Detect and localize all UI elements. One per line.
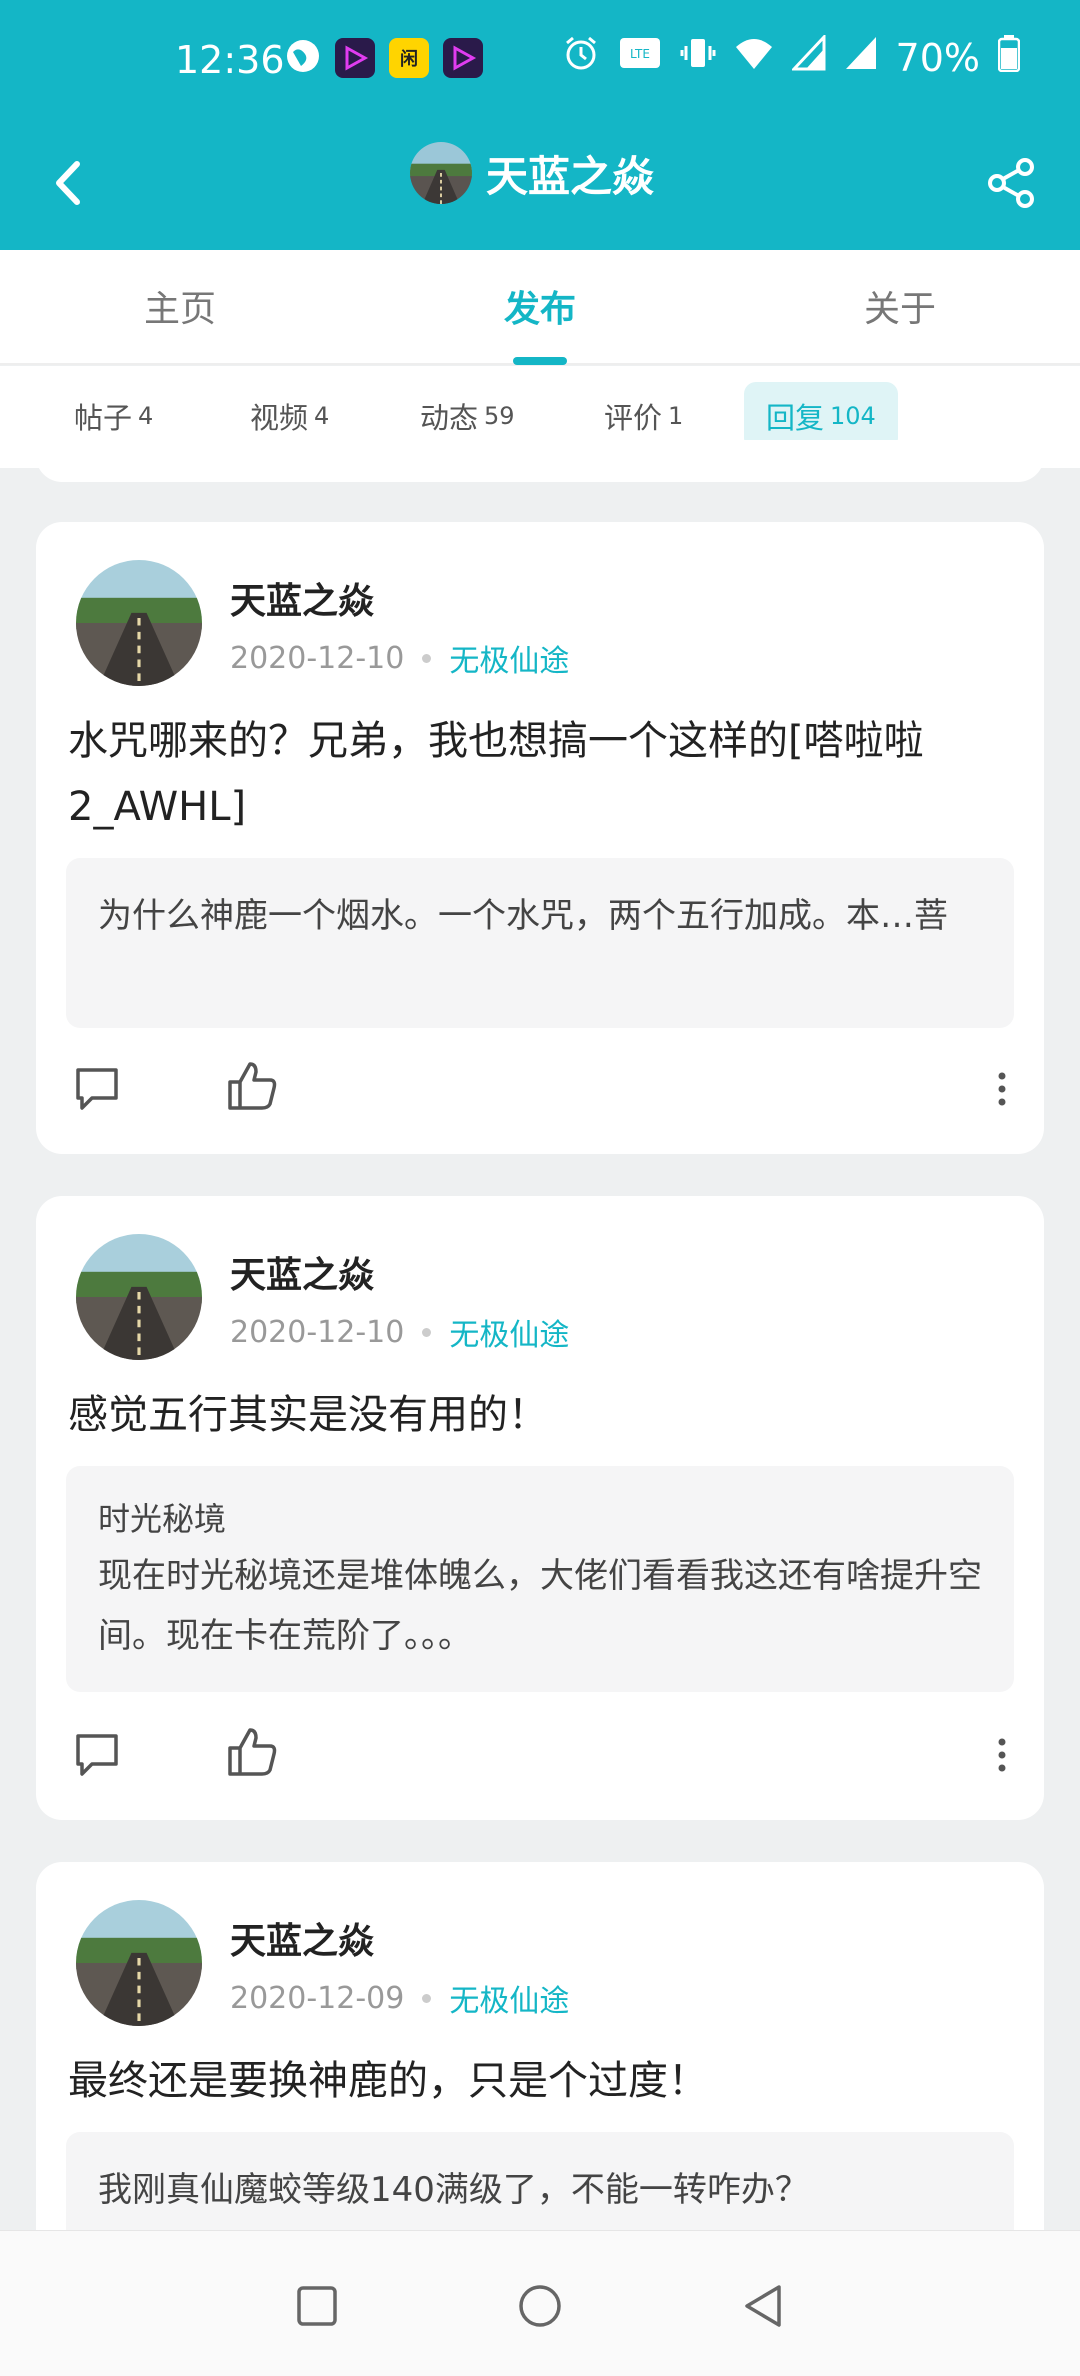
status-bar: 12:36 闲 LTE 70% — [0, 0, 1080, 120]
video-app-icon — [335, 38, 375, 78]
author-name[interactable]: 天蓝之焱 — [230, 572, 374, 624]
volte-icon: LTE — [618, 34, 662, 81]
signal-icon — [844, 35, 878, 80]
quote-text: 现在时光秘境还是堆体魄么，大佬们看看我这还有啥提升空间。现在卡在荒阶了。。。 — [98, 1556, 982, 1656]
reply-text: 水咒哪来的？兄弟，我也想搞一个这样的[嗒啦啦2_AWHL] — [68, 718, 924, 830]
vibrate-icon — [680, 34, 716, 81]
filter-count: 4 — [314, 402, 330, 430]
more-button[interactable] — [990, 1730, 1014, 1780]
alarm-icon — [562, 34, 600, 81]
circle-icon — [519, 2285, 561, 2327]
reply-card[interactable]: 天蓝之焱 2020-12-10 无极仙途 水咒哪来的？兄弟，我也想搞一个这样的[… — [36, 522, 1044, 1154]
separator-dot — [422, 1993, 432, 2003]
avatar[interactable] — [410, 142, 472, 204]
wifi-icon — [734, 35, 774, 80]
notification-icons: 闲 — [285, 38, 483, 78]
tab-about[interactable]: 关于 — [800, 280, 1000, 332]
forum-link[interactable]: 无极仙途 — [449, 1976, 569, 2020]
reply-text: 感觉五行其实是没有用的！ — [68, 1392, 548, 1438]
filter-label: 回复 — [766, 401, 825, 435]
quote-text: 为什么神鹿一个烟水。一个水咒，两个五行加成。本…菩 — [98, 896, 948, 936]
author-name[interactable]: 天蓝之焱 — [230, 1912, 374, 1964]
tab-home[interactable]: 主页 — [80, 280, 280, 332]
post-date: 2020-12-10 — [230, 1314, 405, 1350]
system-icons: LTE 70% — [562, 33, 1021, 81]
card-actions — [36, 1048, 1044, 1128]
signal-icon — [790, 33, 826, 80]
reply-card[interactable]: 天蓝之焱 2020-12-09 无极仙途 最终还是要换神鹿的，只是个过度！ 我刚… — [36, 1862, 1044, 2230]
comment-icon — [76, 1734, 118, 1776]
previous-card — [36, 440, 1044, 482]
comment-button[interactable] — [72, 1064, 122, 1114]
forum-link[interactable]: 无极仙途 — [449, 636, 569, 680]
svg-text:LTE: LTE — [630, 47, 650, 61]
quote-title: 时光秘境 — [98, 1500, 227, 1538]
avatar[interactable] — [76, 560, 202, 686]
news-app-icon: 闲 — [389, 38, 429, 78]
quoted-post[interactable]: 时光秘境 现在时光秘境还是堆体魄么，大佬们看看我这还有啥提升空间。现在卡在荒阶了… — [66, 1466, 1014, 1692]
share-icon — [988, 158, 1034, 208]
profile-tabs: 主页 发布 关于 — [0, 250, 1080, 365]
profile-title: 天蓝之焱 — [410, 142, 654, 204]
back-button[interactable] — [34, 148, 104, 218]
filter-label: 帖子 — [74, 401, 133, 435]
recents-button[interactable] — [282, 2271, 352, 2341]
post-date: 2020-12-09 — [230, 1980, 405, 2016]
filter-count: 59 — [484, 402, 515, 430]
like-button[interactable] — [226, 1726, 278, 1778]
avatar[interactable] — [76, 1234, 202, 1360]
post-meta: 2020-12-10 无极仙途 — [230, 1310, 569, 1354]
post-meta: 2020-12-10 无极仙途 — [230, 636, 569, 680]
home-button[interactable] — [505, 2271, 575, 2341]
page-title: 天蓝之焱 — [486, 151, 655, 201]
avatar[interactable] — [76, 1900, 202, 2026]
separator-dot — [422, 1327, 432, 1337]
back-arrow-icon — [56, 161, 80, 205]
battery-icon — [997, 34, 1021, 81]
forum-link[interactable]: 无极仙途 — [449, 1310, 569, 1354]
reply-text: 最终还是要换神鹿的，只是个过度！ — [68, 2058, 708, 2104]
filter-label: 动态 — [420, 401, 479, 435]
status-time: 12:36 — [175, 38, 285, 82]
quoted-post[interactable]: 为什么神鹿一个烟水。一个水咒，两个五行加成。本…菩 — [66, 858, 1014, 1028]
filter-count: 4 — [138, 402, 154, 430]
triangle-back-icon — [745, 2285, 781, 2327]
thumbs-up-icon — [228, 1062, 277, 1110]
quote-text: 我刚真仙魔蛟等级140满级了，不能一转咋办？ — [98, 2170, 809, 2210]
more-button[interactable] — [990, 1064, 1014, 1114]
square-icon — [297, 2286, 337, 2326]
app-bar: 天蓝之焱 — [0, 120, 1080, 250]
more-vertical-icon — [998, 1738, 1006, 1772]
comment-icon — [76, 1068, 118, 1110]
post-date: 2020-12-10 — [230, 640, 405, 676]
share-button[interactable] — [976, 148, 1046, 218]
back-nav-button[interactable] — [728, 2271, 798, 2341]
tab-posts[interactable]: 发布 — [440, 280, 640, 332]
filter-count: 104 — [830, 402, 876, 430]
vpn-globe-icon — [285, 38, 321, 78]
more-vertical-icon — [998, 1072, 1006, 1106]
filter-count: 1 — [668, 402, 684, 430]
separator-dot — [422, 653, 432, 663]
comment-button[interactable] — [72, 1730, 122, 1780]
quoted-post[interactable]: 我刚真仙魔蛟等级140满级了，不能一转咋办？ — [66, 2132, 1014, 2230]
filter-label: 评价 — [604, 401, 663, 435]
card-actions — [36, 1714, 1044, 1794]
system-nav-bar — [0, 2230, 1080, 2376]
post-meta: 2020-12-09 无极仙途 — [230, 1976, 569, 2020]
app-header: 12:36 闲 LTE 70% 天蓝之焱 — [0, 0, 1080, 250]
video-app-icon — [443, 38, 483, 78]
author-name[interactable]: 天蓝之焱 — [230, 1246, 374, 1298]
like-button[interactable] — [226, 1060, 278, 1112]
reply-card[interactable]: 天蓝之焱 2020-12-10 无极仙途 感觉五行其实是没有用的！ 时光秘境 现… — [36, 1196, 1044, 1820]
tab-indicator — [513, 357, 567, 365]
battery-percent: 70% — [895, 35, 980, 80]
thumbs-up-icon — [228, 1728, 277, 1776]
filter-label: 视频 — [250, 401, 309, 435]
